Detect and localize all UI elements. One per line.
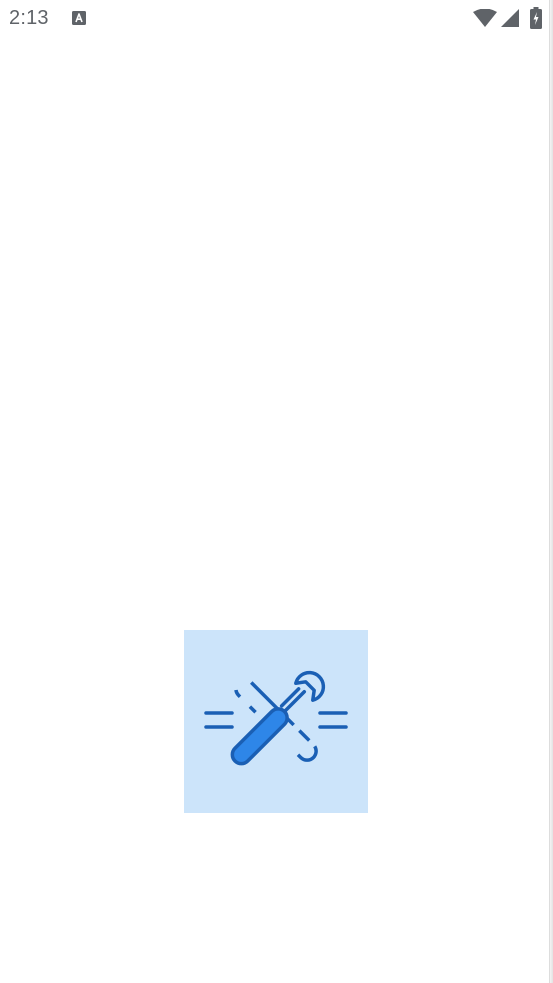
status-bar: 2:13	[0, 0, 553, 36]
tools-screwdriver-wrench-icon	[204, 670, 348, 766]
edge-divider	[549, 0, 553, 983]
cellular-signal-icon	[501, 9, 519, 27]
splash-screen: 2:13	[0, 0, 553, 983]
accessibility-a-icon	[72, 11, 86, 25]
battery-charging-icon	[530, 7, 542, 29]
status-time: 2:13	[9, 7, 49, 29]
wifi-icon	[473, 9, 497, 27]
app-logo	[184, 630, 368, 813]
